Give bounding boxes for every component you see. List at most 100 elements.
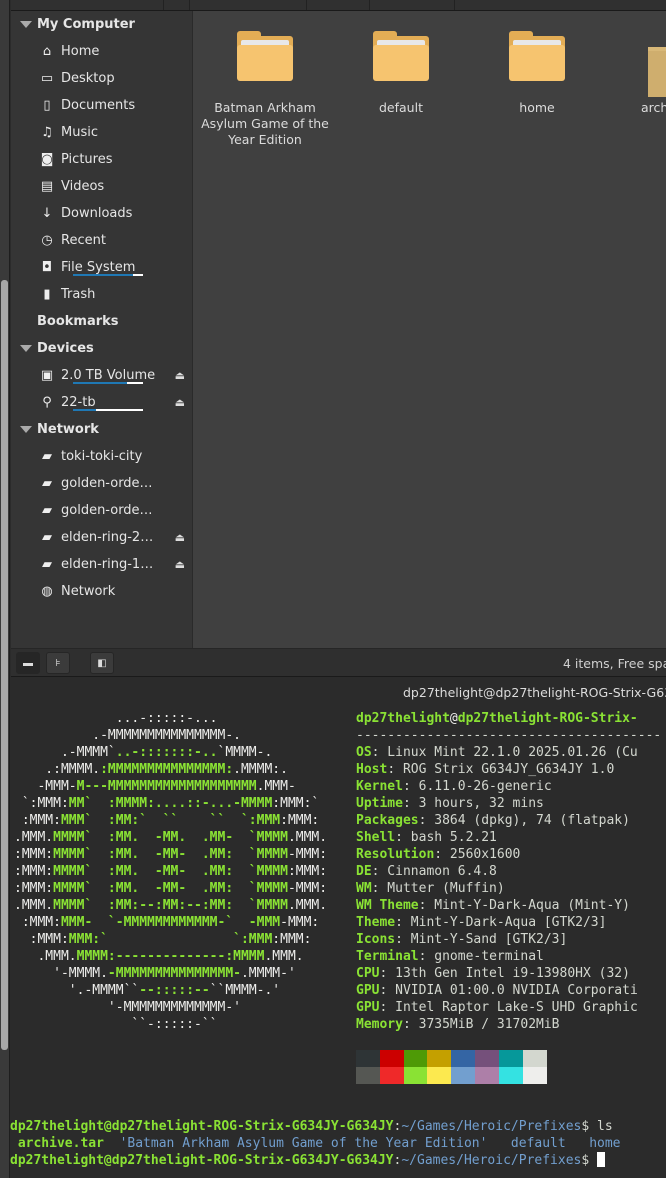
info-value: : Mint-Y-Dark-Aqua (Mint-Y) [418,898,630,913]
info-line: Kernel: 6.11.0-26-generic [356,778,552,795]
toggle-sidebar-button[interactable]: ◧ [90,652,114,674]
toolbar-edge [11,0,666,11]
info-value: : 3 hours, 32 mins [402,796,544,811]
sidebar-item[interactable]: ▰ elden-ring-2… ⏏ [39,525,189,549]
sidebar-item[interactable]: ◍ Network [39,579,189,603]
window-scrollbar[interactable] [0,0,10,1178]
sidebar-item[interactable]: ▰ toki-toki-city [39,444,189,468]
section-network[interactable]: Network [11,419,99,439]
sidebar-icon: ◧ [97,657,107,669]
ascii-logo-line: .-MMMM`..-:::::::-..`MMMM-. [14,744,272,761]
eject-icon[interactable]: ⏏ [175,396,185,409]
sidebar-item[interactable]: ↓ Downloads [39,201,189,225]
info-value: : Mint-Y-Sand [GTK2/3] [395,932,568,947]
info-value: : gnome-terminal [418,949,544,964]
ascii-segment: ...-:::::-... [14,711,218,726]
ascii-segment: MMM- `-MMMMMMMMMMMM-` -MMM [60,915,281,930]
info-line: GPU: Intel Raptor Lake-S UHD Graphic [356,999,638,1016]
sidebar-item[interactable]: ◘ File System [39,255,189,279]
info-line: Uptime: 3 hours, 32 mins [356,795,544,812]
color-swatch [403,1067,428,1084]
info-key: Shell [356,830,396,845]
ascii-segment: ..-:::::::-.. [115,745,218,760]
ascii-segment: .:MMMM. [14,762,101,777]
ascii-logo-line: :MMM:MMM` :MM:` `` `` `:MMM:MMM: [14,812,319,829]
sidebar-item-label: File System [61,259,136,275]
archive-item[interactable]: arch [608,31,666,116]
ascii-segment: MMMM:--------------:MMMM [76,949,265,964]
ascii-segment: :MMM: [14,847,54,862]
ascii-segment: .MMM. [287,898,328,913]
prompt-path: ~/Games/Heroic/Prefixes [401,1119,582,1134]
info-line: WM: Mutter (Muffin) [356,880,505,897]
folder-item[interactable]: Batman Arkham Asylum Game of the Year Ed… [200,31,330,148]
ascii-logo-line: .:MMMM.:MMMMMMMMMMMMMMM:.MMMM:. [14,761,288,778]
eject-icon[interactable]: ⏏ [175,531,185,544]
info-value: : 3864 (dpkg), 74 (flatpak) [418,813,630,828]
home-icon: ⌂ [42,43,52,59]
info-line: OS: Linux Mint 22.1.0 2025.01.26 (Cu [356,744,638,761]
folder-icon [373,31,429,81]
folder-item[interactable]: home [472,31,602,116]
info-key: Theme [356,915,396,930]
eject-icon[interactable]: ⏏ [175,369,185,382]
sidebar-item[interactable]: ⌂ Home [39,39,189,63]
prompt-user-host: dp27thelight@dp27thelight-ROG-Strix-G634… [10,1119,394,1134]
sidebar-item[interactable]: ▰ golden-orde… [39,498,189,522]
collapse-triangle-icon[interactable] [20,425,32,433]
sidebar-item-label: Desktop [61,70,115,86]
show-treeview-button[interactable]: ⊧ [46,652,70,674]
sidebar-item[interactable]: ◷ Recent [39,228,189,252]
sidebar-item[interactable]: ♫ Music [39,120,189,144]
info-key: GPU [356,1000,380,1015]
sidebar-item[interactable]: ▰ golden-orde… [39,471,189,495]
file-name: default [379,100,423,115]
info-value: : bash 5.2.21 [395,830,497,845]
color-swatch [451,1050,476,1067]
sidebar-item-label: Pictures [61,151,113,167]
trash-icon: ▮ [43,286,51,302]
ascii-segment: M---MMMMMMMMMMMMMMMMMMM [76,779,257,794]
camera-icon: ◙ [40,151,54,167]
color-swatch [356,1067,380,1084]
ascii-segment: --:::::-- [139,983,210,998]
collapse-triangle-icon[interactable] [20,344,32,352]
collapse-triangle-icon[interactable] [20,20,32,28]
terminal[interactable]: dp27thelight@dp27thelight-ROG-Strix-G63 … [10,677,666,1178]
section-my-computer[interactable]: My Computer [11,14,135,34]
sidebar-item[interactable]: ▤ Videos [39,174,189,198]
sidebar-item[interactable]: ◙ Pictures [39,147,189,171]
folder-icon [237,31,293,81]
ascii-segment: :MMM: [272,932,312,947]
folder-item[interactable]: default [336,31,466,116]
eject-icon[interactable]: ⏏ [175,558,185,571]
sidebar-item-label: Videos [61,178,105,194]
scrollbar-thumb[interactable] [1,280,8,1050]
sidebar-item[interactable]: ▣ 2.0 TB Volume ⏏ [39,363,189,387]
file-view[interactable]: Batman Arkham Asylum Game of the Year Ed… [193,11,666,648]
ascii-logo-line: :MMM:MMMM` :MM. -MM- .MM: `MMMM-MMM: [14,846,327,863]
sidebar-item[interactable]: ▯ Documents [39,93,189,117]
usage-bar [73,382,143,384]
prompt-line[interactable]: dp27thelight@dp27thelight-ROG-Strix-G634… [10,1152,606,1169]
info-key: DE [356,864,372,879]
sidebar-item[interactable]: ▮ Trash [39,282,189,306]
ascii-segment: .MMM. [264,949,304,964]
ascii-segment: ``MMMM-.' [209,983,281,998]
info-line: CPU: 13th Gen Intel i9-13980HX (32) [356,965,630,982]
info-line: Resolution: 2560x1600 [356,846,520,863]
info-key: GPU [356,983,380,998]
info-value: : 3735MiB / 31702MiB [402,1017,560,1032]
ascii-segment: -MMMMMMMMMMMMMMM- [107,966,241,981]
sidebar-item[interactable]: ⚲ 22-tb ⏏ [39,390,189,414]
sidebar-item[interactable]: ▭ Desktop [39,66,189,90]
info-key: Host [356,762,388,777]
sidebar-item[interactable]: ▰ elden-ring-1… ⏏ [39,552,189,576]
info-key: WM Theme [356,898,419,913]
color-swatch [427,1050,452,1067]
show-places-button[interactable]: ▬ [16,652,40,674]
section-bookmarks[interactable]: Bookmarks [11,311,119,331]
section-devices[interactable]: Devices [11,338,94,358]
ascii-logo-line: .MMM.MMMM` :MM:--:MM:--:MM: `MMMM.MMM. [14,897,327,914]
download-icon: ↓ [41,205,53,221]
